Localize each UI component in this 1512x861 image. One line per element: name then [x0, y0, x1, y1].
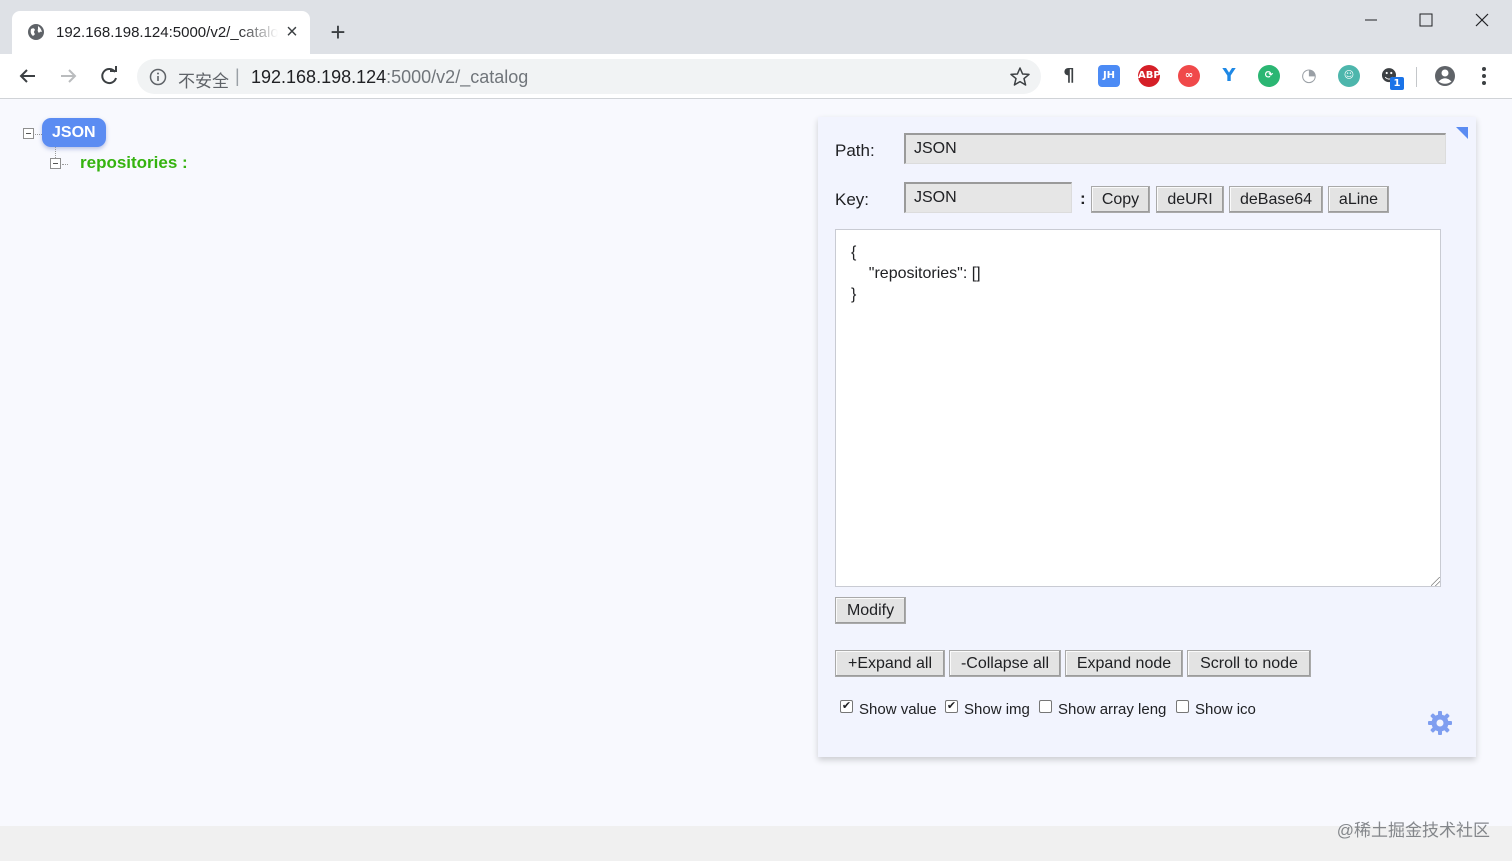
show-value-check-icon[interactable]: ✔	[840, 700, 853, 713]
adblock-plus-extension-icon[interactable]: ABP	[1138, 65, 1161, 87]
url-path: :5000/v2/_catalog	[386, 67, 529, 87]
reload-icon[interactable]	[95, 62, 123, 90]
browser-tab[interactable]: 192.168.198.124:5000/v2/_catalog ×	[12, 11, 310, 54]
url-text[interactable]: 192.168.198.124:5000/v2/_catalog	[251, 67, 528, 88]
debase64-button[interactable]: deBase64	[1229, 186, 1323, 213]
expand-all-button[interactable]: +Expand all	[835, 650, 945, 677]
copy-button[interactable]: Copy	[1091, 186, 1150, 213]
show-ico-check-icon[interactable]	[1176, 700, 1189, 713]
key-label: Key:	[835, 190, 870, 209]
show-img-check-icon[interactable]: ✔	[945, 700, 958, 713]
json-root-node[interactable]: JSON	[42, 118, 106, 147]
json-viewer-panel: Path: JSON Key: JSON : Copy deURI deBase…	[818, 117, 1476, 757]
tab-close-icon[interactable]: ×	[282, 22, 302, 42]
infinity-extension-icon[interactable]: ∞	[1178, 65, 1200, 87]
tab-strip: 192.168.198.124:5000/v2/_catalog × +	[0, 0, 1512, 54]
speed-extension-icon[interactable]: ◔	[1298, 65, 1320, 87]
panel-corner-icon[interactable]	[1456, 127, 1468, 139]
address-bar[interactable]: 不安全 | 192.168.198.124:5000/v2/_catalog	[137, 59, 1041, 94]
path-label: Path:	[835, 141, 875, 160]
collapse-all-button[interactable]: -Collapse all	[949, 650, 1061, 677]
pilcrow-extension-icon[interactable]: ¶	[1058, 65, 1080, 87]
window-close-icon[interactable]	[1467, 6, 1497, 34]
show-ico-label: Show ico	[1195, 701, 1256, 718]
gear-icon[interactable]	[1426, 709, 1454, 737]
tree-key-repositories[interactable]: repositories :	[80, 153, 188, 173]
cat-extension-icon[interactable]: ☻ 1	[1378, 65, 1404, 90]
tab-title: 192.168.198.124:5000/v2/_catalog	[56, 24, 278, 41]
browser-toolbar: 不安全 | 192.168.198.124:5000/v2/_catalog ¶…	[0, 54, 1512, 99]
address-divider: |	[235, 66, 240, 86]
json-editor[interactable]: { "repositories": [] }	[835, 229, 1441, 587]
watermark: @稀土掘金技术社区	[1336, 821, 1490, 840]
extension-badge: 1	[1390, 77, 1404, 90]
expand-node-button[interactable]: Expand node	[1065, 650, 1183, 677]
tree-connector	[55, 147, 56, 158]
key-field[interactable]: JSON	[904, 182, 1072, 213]
show-array-length-check-icon[interactable]	[1039, 700, 1052, 713]
deuri-button[interactable]: deURI	[1156, 186, 1224, 213]
profile-icon[interactable]	[1433, 64, 1457, 88]
tree-connector	[62, 164, 68, 165]
show-array-length-label: Show array leng	[1058, 701, 1167, 718]
tree-connector	[35, 134, 42, 135]
back-arrow-icon[interactable]	[14, 62, 42, 90]
jh-extension-icon[interactable]: JH	[1098, 65, 1120, 87]
globe-icon	[28, 24, 44, 40]
new-tab-button[interactable]: +	[324, 18, 352, 46]
more-menu-icon[interactable]	[1472, 64, 1496, 88]
show-img-label: Show img	[964, 701, 1030, 718]
collapse-root-icon[interactable]	[23, 128, 34, 139]
modify-button[interactable]: Modify	[835, 597, 906, 624]
url-host: 192.168.198.124	[251, 67, 387, 87]
not-secure-label: 不安全	[178, 72, 229, 91]
avatar-extension-icon[interactable]: ☺	[1338, 65, 1360, 87]
path-field[interactable]: JSON	[904, 133, 1446, 164]
key-separator: :	[1080, 189, 1086, 208]
bookmark-star-icon[interactable]	[1009, 66, 1031, 88]
collapse-node-icon[interactable]	[50, 158, 61, 169]
refresh-extension-icon[interactable]: ⟳	[1258, 65, 1280, 87]
scroll-to-node-button[interactable]: Scroll to node	[1187, 650, 1311, 677]
toolbar-separator	[1416, 67, 1417, 87]
y-extension-icon[interactable]: Y	[1218, 65, 1240, 87]
page-footer	[0, 826, 1512, 861]
minimize-icon[interactable]	[1356, 6, 1386, 34]
maximize-icon[interactable]	[1411, 6, 1441, 34]
info-icon[interactable]	[149, 68, 167, 86]
aline-button[interactable]: aLine	[1328, 186, 1389, 213]
forward-arrow-icon[interactable]	[54, 62, 82, 90]
show-value-label: Show value	[859, 701, 937, 718]
resize-handle-icon[interactable]	[1431, 577, 1440, 586]
